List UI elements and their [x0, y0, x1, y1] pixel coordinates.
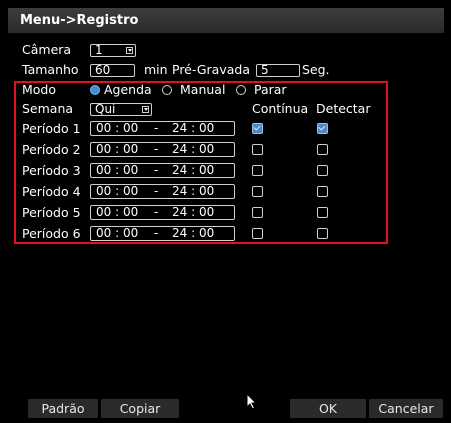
detect-checkbox[interactable] — [317, 123, 328, 134]
period-end: 24 : 00 — [172, 121, 215, 135]
prerecord-input[interactable]: 5 — [256, 63, 300, 77]
period-separator: - — [154, 142, 159, 156]
mode-radio-agenda[interactable] — [90, 85, 100, 95]
copy-button[interactable]: Copiar — [101, 399, 179, 418]
camera-label: Câmera — [22, 42, 72, 57]
period-start: 00 : 00 — [96, 142, 139, 156]
column-continuous: Contínua — [252, 101, 309, 116]
mode-option-agenda: Agenda — [104, 82, 152, 97]
prerecord-unit: Seg. — [302, 62, 330, 77]
camera-select-value: 1 — [95, 43, 103, 57]
continuous-checkbox[interactable] — [252, 207, 263, 218]
period-time-range[interactable]: 00 : 00 - 24 : 00 — [90, 184, 235, 199]
period-separator: - — [154, 205, 159, 219]
period-separator: - — [154, 226, 159, 240]
period-time-range[interactable]: 00 : 00 - 24 : 00 — [90, 163, 235, 178]
period-start: 00 : 00 — [96, 121, 139, 135]
column-detect: Detectar — [316, 101, 371, 116]
period-time-range[interactable]: 00 : 00 - 24 : 00 — [90, 226, 235, 241]
default-button[interactable]: Padrão — [28, 399, 98, 418]
continuous-checkbox[interactable] — [252, 144, 263, 155]
continuous-checkbox[interactable] — [252, 228, 263, 239]
detect-checkbox[interactable] — [317, 144, 328, 155]
period-label: Período 6 — [22, 226, 81, 241]
period-label: Período 4 — [22, 184, 81, 199]
continuous-checkbox[interactable] — [252, 165, 263, 176]
camera-select[interactable]: 1 — [90, 43, 136, 57]
week-select[interactable]: Qui — [90, 102, 152, 116]
period-end: 24 : 00 — [172, 205, 215, 219]
period-time-range[interactable]: 00 : 00 - 24 : 00 — [90, 142, 235, 157]
detect-checkbox[interactable] — [317, 165, 328, 176]
period-time-range[interactable]: 00 : 00 - 24 : 00 — [90, 205, 235, 220]
period-end: 24 : 00 — [172, 163, 215, 177]
period-end: 24 : 00 — [172, 184, 215, 198]
title-bar: Menu->Registro — [8, 8, 444, 33]
ok-button[interactable]: OK — [290, 399, 366, 418]
mode-label: Modo — [22, 82, 57, 97]
period-end: 24 : 00 — [172, 226, 215, 240]
period-label: Período 3 — [22, 163, 81, 178]
period-label: Período 1 — [22, 121, 81, 136]
chevron-down-icon — [126, 47, 133, 54]
mode-option-manual: Manual — [180, 82, 226, 97]
week-label: Semana — [22, 101, 74, 116]
week-select-value: Qui — [95, 102, 116, 116]
prerecord-input-value: 5 — [261, 63, 269, 77]
continuous-checkbox[interactable] — [252, 186, 263, 197]
period-start: 00 : 00 — [96, 163, 139, 177]
period-separator: - — [154, 163, 159, 177]
mode-radio-parar[interactable] — [236, 85, 246, 95]
mode-option-parar: Parar — [254, 82, 287, 97]
period-start: 00 : 00 — [96, 226, 139, 240]
size-input[interactable]: 60 — [90, 63, 135, 77]
mode-radio-manual[interactable] — [162, 85, 172, 95]
size-label: Tamanho — [22, 62, 79, 77]
cancel-button[interactable]: Cancelar — [369, 399, 443, 418]
prerecord-label: Pré-Gravada — [172, 62, 250, 77]
mouse-cursor-icon — [246, 393, 258, 410]
detect-checkbox[interactable] — [317, 228, 328, 239]
period-separator: - — [154, 121, 159, 135]
period-end: 24 : 00 — [172, 142, 215, 156]
size-input-value: 60 — [95, 63, 111, 77]
detect-checkbox[interactable] — [317, 207, 328, 218]
period-start: 00 : 00 — [96, 184, 139, 198]
detect-checkbox[interactable] — [317, 186, 328, 197]
continuous-checkbox[interactable] — [252, 123, 263, 134]
chevron-down-icon — [142, 106, 149, 113]
period-start: 00 : 00 — [96, 205, 139, 219]
window-title: Menu->Registro — [20, 13, 139, 28]
size-unit: min — [144, 62, 168, 77]
period-time-range[interactable]: 00 : 00 - 24 : 00 — [90, 121, 235, 136]
period-label: Período 2 — [22, 142, 81, 157]
period-label: Período 5 — [22, 205, 81, 220]
period-separator: - — [154, 184, 159, 198]
